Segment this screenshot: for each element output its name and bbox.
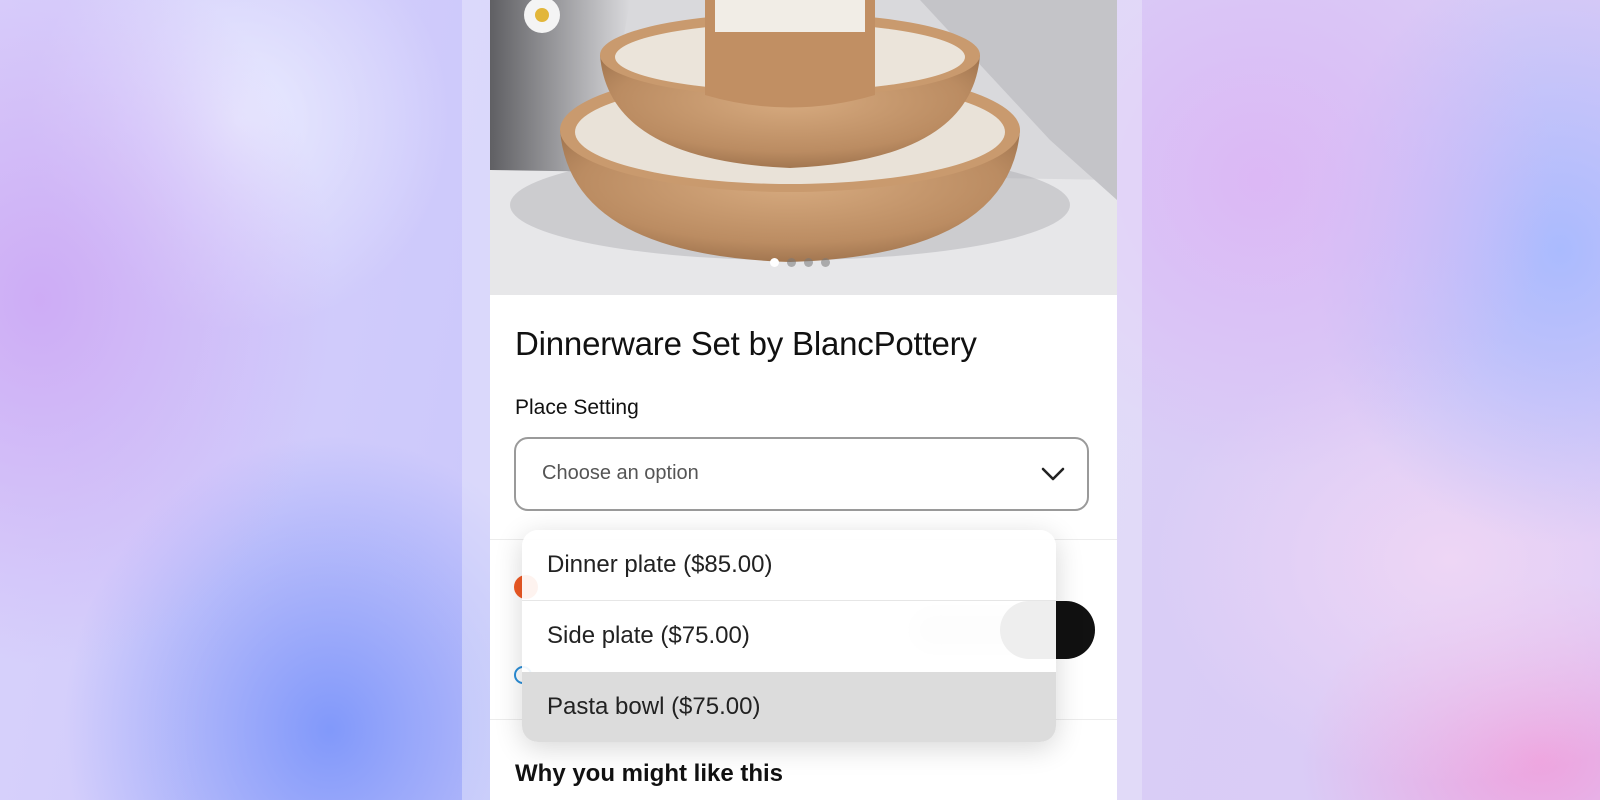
carousel-dot[interactable]: [821, 258, 830, 267]
carousel-dot[interactable]: [804, 258, 813, 267]
product-title: Dinnerware Set by BlancPottery: [515, 325, 977, 362]
option-side-plate[interactable]: Side plate ($75.00): [522, 601, 1056, 671]
place-setting-options: Dinner plate ($85.00) Side plate ($75.00…: [522, 530, 1056, 742]
place-setting-select[interactable]: Choose an option: [514, 437, 1089, 511]
why-you-might-like-heading: Why you might like this: [515, 760, 784, 787]
carousel-dot[interactable]: [787, 258, 796, 267]
chevron-down-icon: [1041, 467, 1065, 481]
select-placeholder: Choose an option: [542, 462, 699, 484]
product-screen: Dinnerware Set by BlancPottery Place Set…: [490, 0, 1117, 800]
option-dinner-plate[interactable]: Dinner plate ($85.00): [522, 530, 1056, 600]
place-setting-label: Place Setting: [515, 396, 639, 419]
option-pasta-bowl[interactable]: Pasta bowl ($75.00): [522, 672, 1056, 742]
carousel-dots[interactable]: [770, 258, 830, 267]
carousel-dot[interactable]: [770, 258, 779, 267]
bowls-illustration: [490, 0, 1117, 295]
product-image[interactable]: [490, 0, 1117, 295]
